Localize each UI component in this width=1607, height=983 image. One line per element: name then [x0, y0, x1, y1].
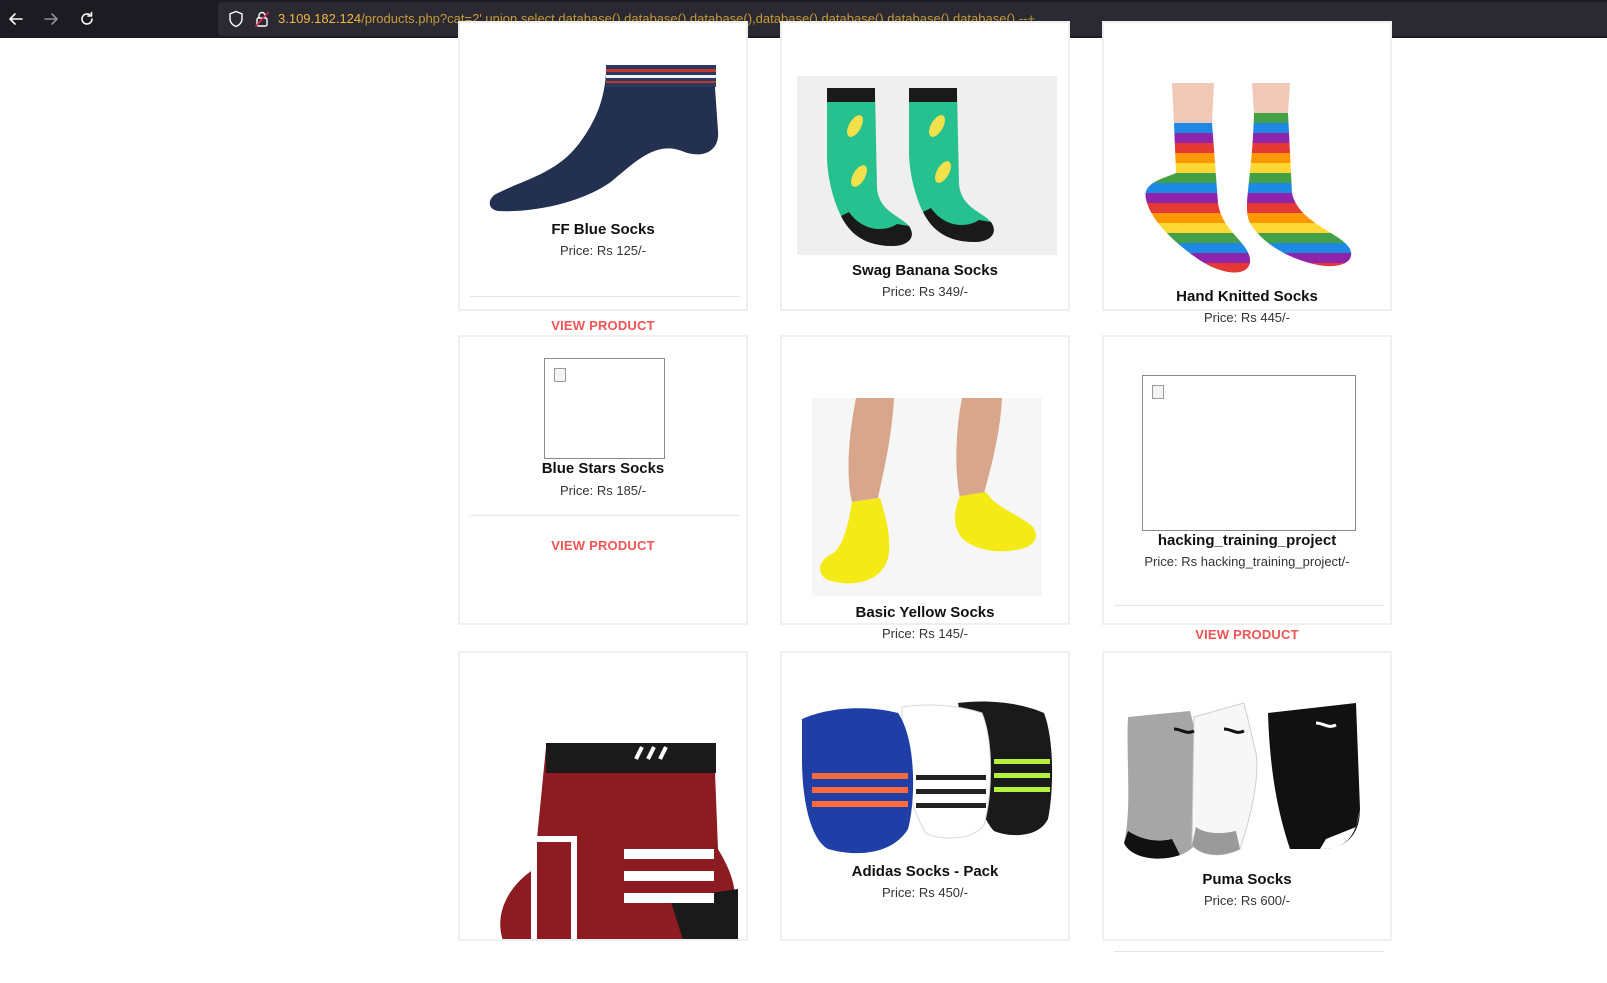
broken-image-icon — [554, 368, 566, 382]
product-price: Price: Rs 145/- — [882, 626, 968, 641]
product-name[interactable]: hacking_training_project — [1104, 532, 1390, 549]
card-divider — [470, 515, 740, 516]
card-divider — [1114, 951, 1384, 952]
view-product-button[interactable]: VIEW PRODUCT — [460, 318, 746, 333]
card-divider — [1114, 605, 1384, 606]
product-price: Price: Rs 349/- — [882, 284, 968, 299]
insecure-lock-icon[interactable] — [254, 10, 270, 33]
product-price: Price: Rs 600/- — [1204, 893, 1290, 908]
product-name[interactable]: Blue Stars Socks — [460, 460, 746, 477]
broken-image[interactable] — [544, 358, 665, 459]
view-product-button[interactable]: VIEW PRODUCT — [460, 538, 746, 553]
product-name[interactable]: Swag Banana Socks — [782, 262, 1068, 279]
product-name[interactable]: Basic Yellow Socks — [782, 604, 1068, 621]
product-image[interactable] — [486, 61, 726, 221]
card-divider — [470, 296, 740, 297]
product-price: Price: Rs 125/- — [560, 243, 646, 258]
product-name[interactable]: Adidas Socks - Pack — [782, 863, 1068, 880]
product-card: Swag Banana Socks Price: Rs 349/- — [780, 21, 1070, 311]
product-card: Puma Socks Price: Rs 600/- — [1102, 651, 1392, 952]
product-image[interactable] — [812, 398, 1042, 596]
product-price: Price: Rs 450/- — [882, 885, 968, 900]
product-card: Blue Stars Socks Price: Rs 185/- VIEW PR… — [458, 335, 748, 625]
product-name[interactable]: Puma Socks — [1104, 871, 1390, 888]
product-card: FF Blue Socks Price: Rs 125/- VIEW PRODU… — [458, 21, 748, 333]
product-name[interactable]: Hand Knitted Socks — [1104, 288, 1390, 305]
broken-image-icon — [1152, 385, 1164, 399]
product-price: Price: Rs hacking_training_project/- — [1144, 554, 1350, 569]
product-price: Price: Rs 185/- — [560, 483, 646, 498]
back-icon[interactable] — [4, 7, 28, 31]
product-image[interactable] — [474, 739, 738, 941]
product-name[interactable]: FF Blue Socks — [460, 221, 746, 238]
product-image[interactable] — [797, 76, 1057, 255]
product-image[interactable] — [1120, 699, 1378, 865]
product-image[interactable] — [1142, 83, 1356, 281]
product-card: Basic Yellow Socks Price: Rs 145/- — [780, 335, 1070, 641]
product-card: Hand Knitted Socks Price: Rs 445/- — [1102, 21, 1392, 325]
product-card: Adidas Socks - Pack Price: Rs 450/- — [780, 651, 1070, 941]
forward-icon[interactable] — [39, 7, 63, 31]
product-card: hacking_training_project Price: Rs hacki… — [1102, 335, 1392, 642]
product-image[interactable] — [798, 699, 1056, 857]
tracking-shield-icon[interactable] — [228, 10, 244, 33]
product-price: Price: Rs 445/- — [1204, 310, 1290, 325]
url-host: 3.109.182.124 — [278, 11, 362, 26]
product-card — [458, 651, 748, 941]
view-product-button[interactable]: VIEW PRODUCT — [1104, 627, 1390, 642]
reload-icon[interactable] — [75, 7, 99, 31]
broken-image[interactable] — [1142, 375, 1356, 531]
